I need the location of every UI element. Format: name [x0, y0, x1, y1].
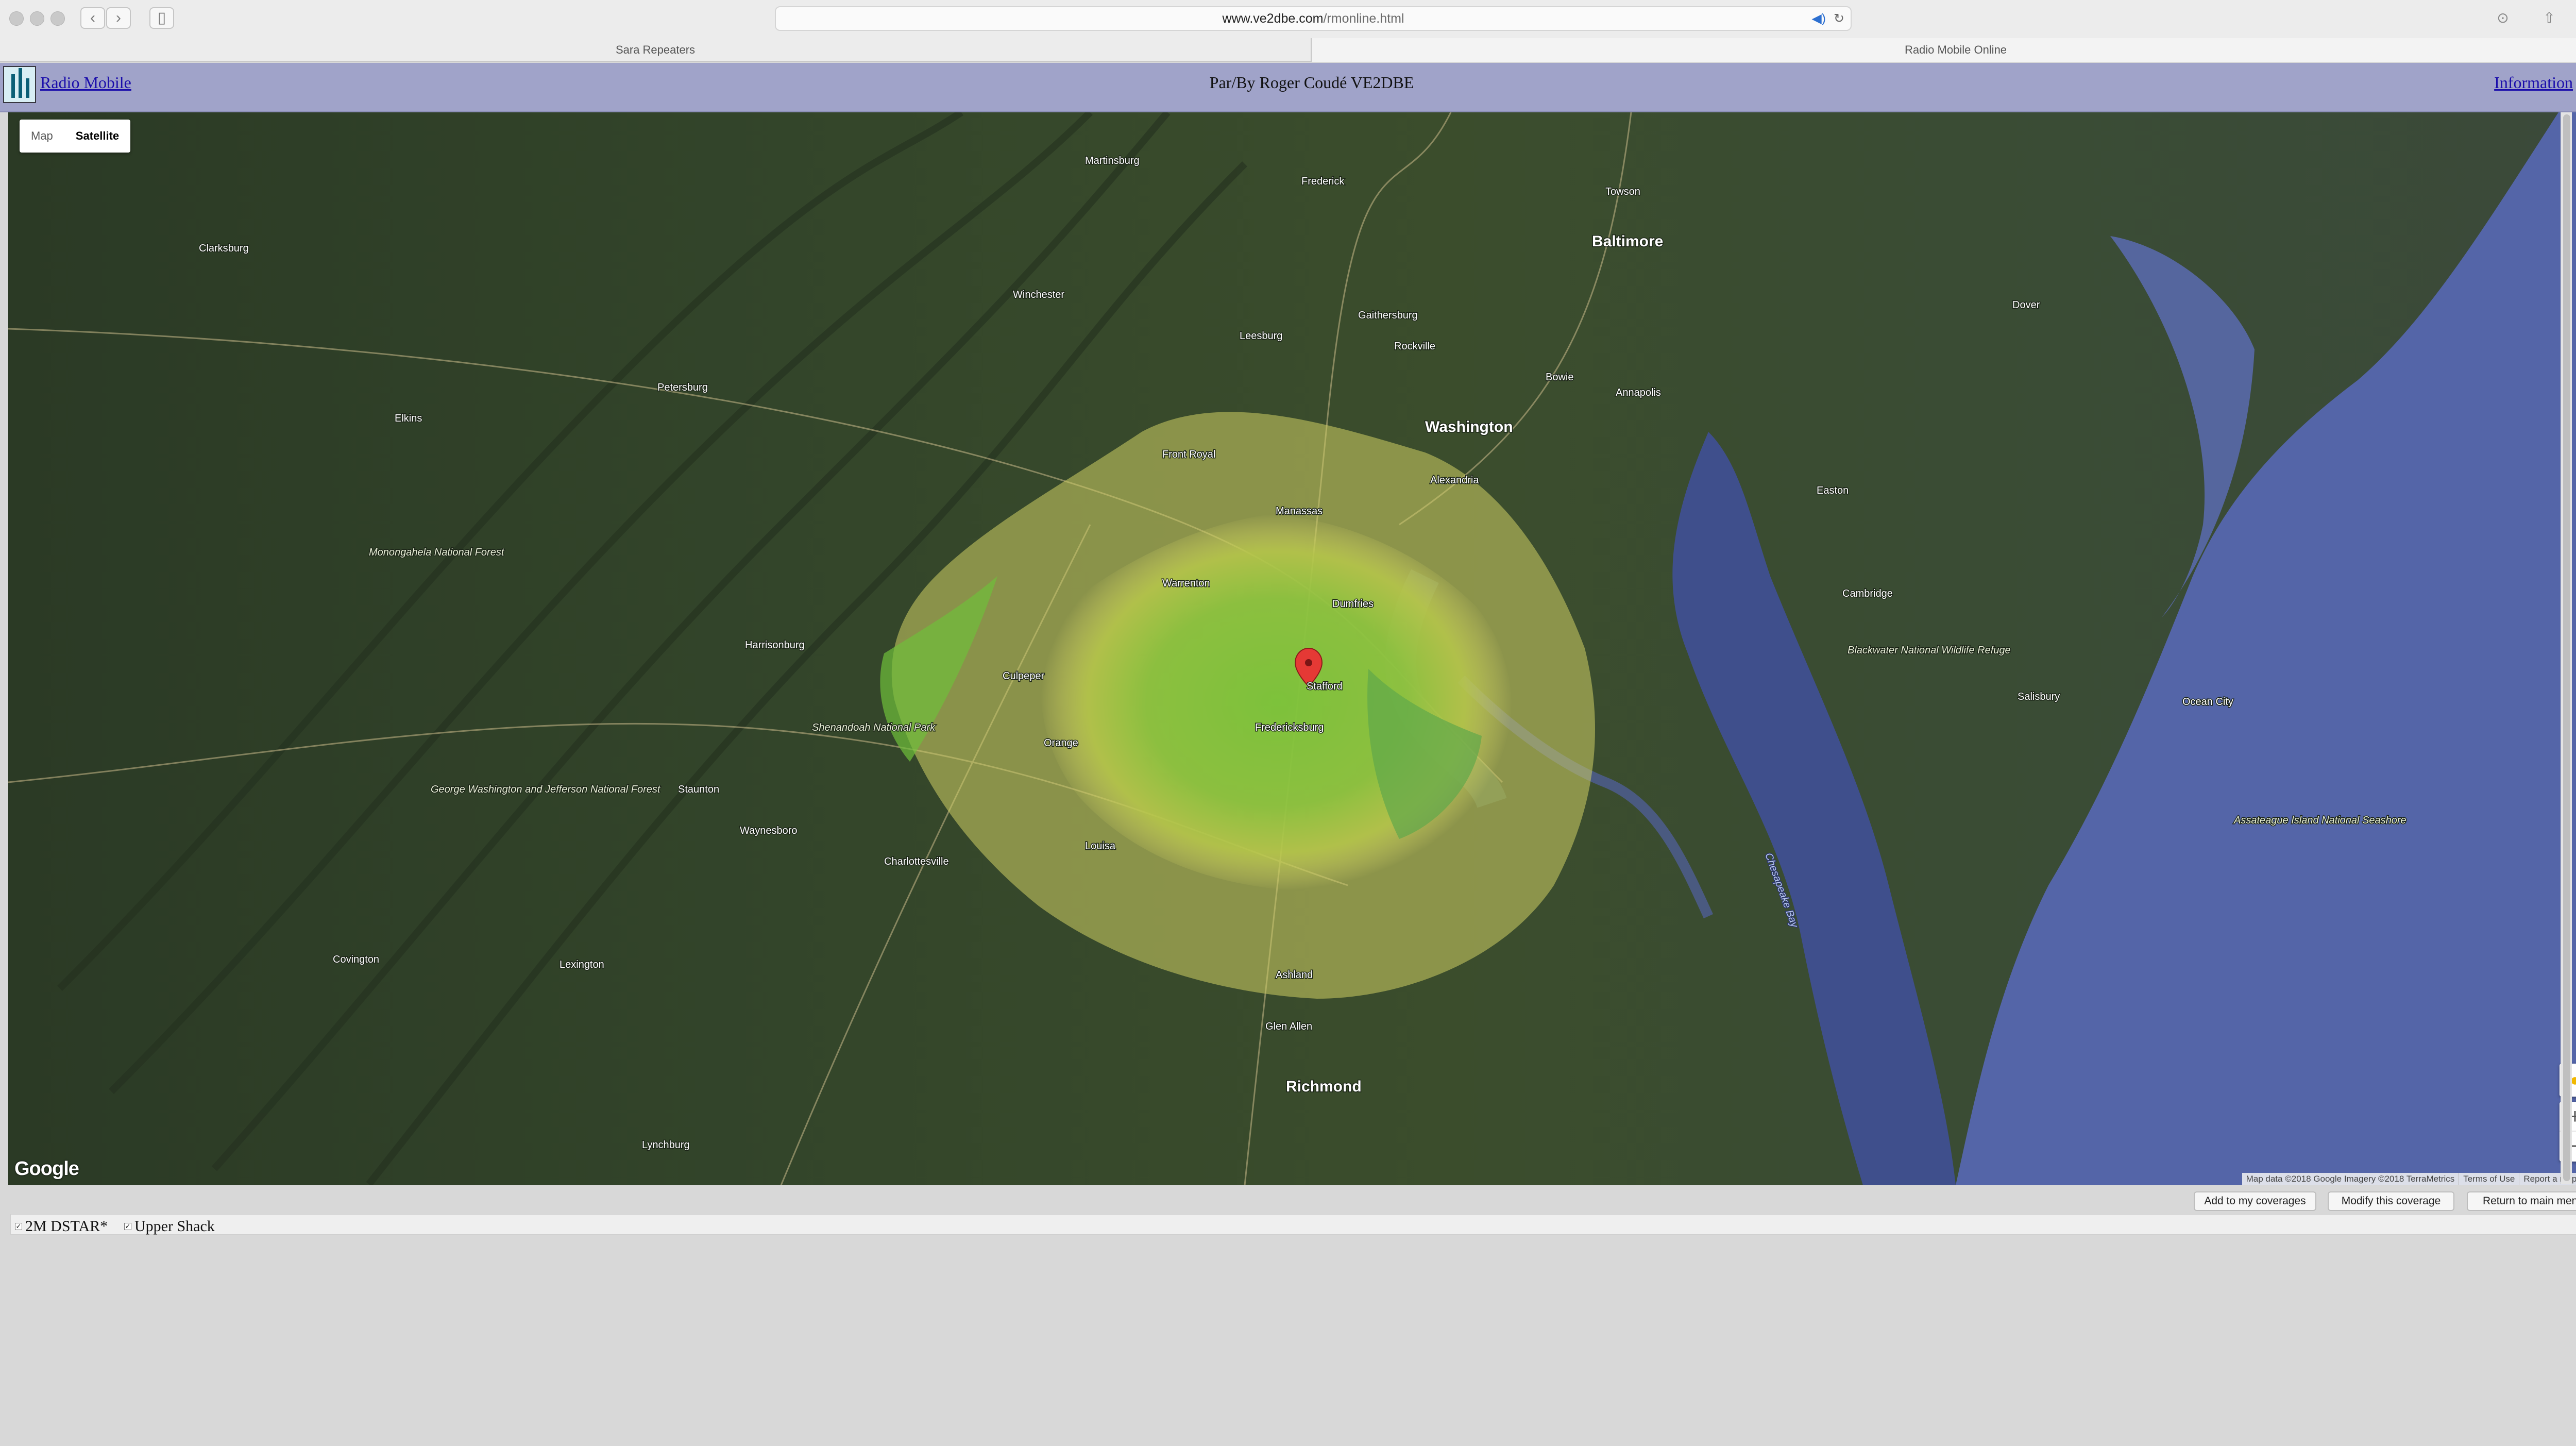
legend-item-label: Upper Shack [134, 1218, 215, 1235]
forward-button[interactable]: › [106, 7, 131, 29]
zoom-window-button[interactable] [50, 11, 65, 26]
page-scrollbar[interactable] [2561, 112, 2572, 1184]
minimize-window-button[interactable] [30, 11, 44, 26]
svg-text:Dover: Dover [2012, 299, 2040, 311]
map-type-satellite[interactable]: Satellite [64, 120, 130, 153]
svg-text:Waynesboro: Waynesboro [740, 825, 798, 836]
chevron-right-icon: › [116, 9, 121, 26]
svg-text:Winchester: Winchester [1013, 289, 1064, 300]
svg-text:Richmond: Richmond [1286, 1078, 1362, 1095]
svg-text:Warrenton: Warrenton [1162, 578, 1210, 589]
map-type-map[interactable]: Map [20, 120, 64, 153]
svg-text:Staunton: Staunton [678, 784, 719, 795]
legend-item-upper-shack[interactable]: ✓ Upper Shack [124, 1218, 215, 1235]
checkbox-checked-icon[interactable]: ✓ [124, 1223, 131, 1230]
sidebar-toggle-button[interactable]: ▯ [149, 7, 174, 29]
svg-text:Cambridge: Cambridge [1842, 588, 1893, 599]
information-link[interactable]: Information [2494, 73, 2573, 92]
scrollbar-thumb[interactable] [2563, 114, 2570, 1181]
modify-this-coverage-button[interactable]: Modify this coverage [2328, 1191, 2454, 1211]
tab-label: Radio Mobile Online [1904, 43, 2007, 56]
svg-text:Frederick: Frederick [1301, 176, 1345, 187]
terms-of-use-link[interactable]: Terms of Use [2459, 1173, 2519, 1185]
svg-text:Lexington: Lexington [560, 959, 604, 970]
svg-text:George Washington and Jefferso: George Washington and Jefferson National… [431, 784, 661, 795]
svg-text:Glen Allen: Glen Allen [1265, 1021, 1312, 1032]
svg-text:Dumfries: Dumfries [1332, 598, 1374, 610]
address-bar[interactable]: www.ve2dbe.com/rmonline.html ◀) ↻ [775, 6, 1852, 31]
google-logo: Google [14, 1158, 79, 1180]
map-data-credit: Map data ©2018 Google Imagery ©2018 Terr… [2246, 1174, 2455, 1184]
chevron-left-icon: ‹ [90, 9, 95, 26]
svg-text:Alexandria: Alexandria [1430, 475, 1479, 486]
svg-text:Salisbury: Salisbury [2018, 691, 2060, 702]
svg-text:Assateague Island National Sea: Assateague Island National Seashore [2233, 815, 2406, 826]
coverage-action-bar: Add to my coverages Modify this coverage… [8, 1185, 2576, 1216]
svg-text:Monongahela National Forest: Monongahela National Forest [369, 547, 505, 558]
svg-text:Petersburg: Petersburg [657, 382, 708, 393]
svg-text:Baltimore: Baltimore [1592, 233, 1663, 250]
svg-text:Martinsburg: Martinsburg [1085, 155, 1140, 166]
svg-text:Stafford: Stafford [1307, 681, 1343, 692]
map-attribution: Map data ©2018 Google Imagery ©2018 Terr… [2242, 1173, 2576, 1185]
svg-text:Charlottesville: Charlottesville [884, 856, 949, 867]
svg-text:Manassas: Manassas [1276, 506, 1323, 517]
add-to-my-coverages-button[interactable]: Add to my coverages [2194, 1191, 2316, 1211]
tab-sara-repeaters[interactable]: Sara Repeaters [0, 38, 1312, 62]
map-type-control: Map Satellite [20, 120, 131, 153]
close-window-button[interactable] [9, 11, 24, 26]
svg-text:Shenandoah National Park: Shenandoah National Park [812, 722, 936, 733]
map-canvas[interactable]: Martinsburg Frederick Baltimore Towson A… [8, 112, 2576, 1185]
downloads-icon[interactable]: ⊙ [2490, 7, 2515, 29]
back-button[interactable]: ‹ [80, 7, 105, 29]
tab-label: Sara Repeaters [615, 43, 696, 56]
svg-text:Towson: Towson [1605, 186, 1640, 197]
browser-chrome: ‹ › ▯ www.ve2dbe.com/rmonline.html ◀) ↻ … [0, 0, 2576, 62]
svg-text:Leesburg: Leesburg [1240, 330, 1282, 342]
svg-text:Front Royal: Front Royal [1162, 449, 1215, 460]
url-path: /rmonline.html [1323, 11, 1404, 26]
url-host: www.ve2dbe.com [1222, 11, 1324, 26]
svg-text:Washington: Washington [1425, 418, 1513, 435]
legend-item-label: 2M DSTAR* [25, 1218, 108, 1235]
legend-item-2m-dstar[interactable]: ✓ 2M DSTAR* [15, 1218, 108, 1235]
speaker-icon[interactable]: ◀) [1811, 7, 1826, 30]
svg-text:Annapolis: Annapolis [1616, 387, 1661, 398]
svg-text:Covington: Covington [333, 954, 379, 965]
return-to-main-menu-button[interactable]: Return to main menu [2467, 1191, 2576, 1211]
svg-text:Clarksburg: Clarksburg [199, 243, 249, 254]
svg-text:Easton: Easton [1817, 485, 1849, 496]
tab-radio-mobile-online[interactable]: Radio Mobile Online [1312, 38, 2576, 62]
sidebar-icon: ▯ [157, 9, 166, 26]
svg-text:Culpeper: Culpeper [1003, 670, 1045, 682]
svg-text:Harrisonburg: Harrisonburg [745, 640, 805, 651]
checkbox-checked-icon[interactable]: ✓ [15, 1223, 22, 1230]
coverage-legend: ✓ 2M DSTAR* ✓ Upper Shack [10, 1214, 2576, 1235]
svg-text:Orange: Orange [1044, 737, 1078, 749]
svg-text:Ashland: Ashland [1276, 969, 1313, 981]
satellite-map-image: Martinsburg Frederick Baltimore Towson A… [8, 112, 2576, 1185]
page-title: Par/By Roger Coudé VE2DBE [1209, 73, 1414, 92]
svg-text:Elkins: Elkins [395, 413, 422, 424]
share-icon[interactable]: ⇧ [2537, 7, 2562, 29]
svg-text:Gaithersburg: Gaithersburg [1358, 310, 1418, 321]
svg-text:Louisa: Louisa [1085, 840, 1116, 852]
app-header: Radio Mobile Par/By Roger Coudé VE2DBE I… [0, 63, 2576, 112]
svg-text:Bowie: Bowie [1546, 372, 1573, 383]
tab-bar: Sara Repeaters Radio Mobile Online + [0, 38, 2576, 62]
svg-text:Ocean City: Ocean City [2182, 696, 2233, 708]
svg-text:Fredericksburg: Fredericksburg [1255, 722, 1324, 733]
svg-text:Lynchburg: Lynchburg [642, 1139, 690, 1151]
svg-text:Blackwater National Wildlife R: Blackwater National Wildlife Refuge [1848, 645, 2011, 656]
svg-text:Rockville: Rockville [1394, 341, 1435, 352]
reload-icon[interactable]: ↻ [1834, 7, 1844, 30]
